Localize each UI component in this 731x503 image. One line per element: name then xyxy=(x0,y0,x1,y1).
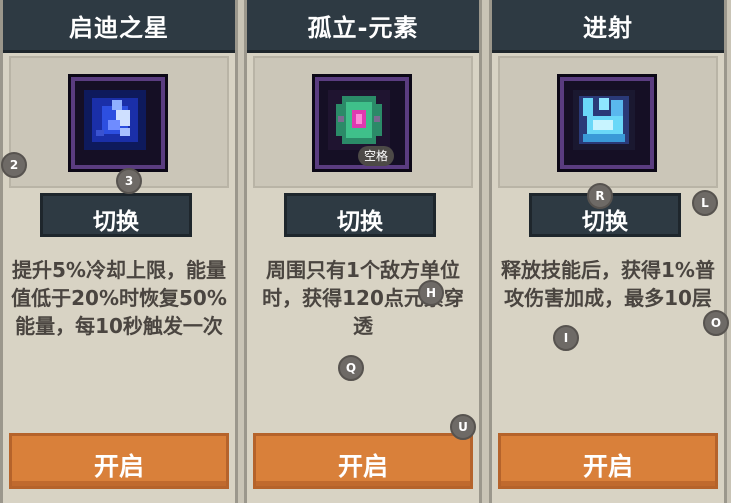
skill-card-3: 进射 切换 释放技能后，获得1%普攻伤害加成，最多10层 开启 xyxy=(489,0,727,503)
card-title: 启迪之星 xyxy=(69,14,169,42)
open-label: 开启 xyxy=(582,452,633,481)
card-title: 孤立-元素 xyxy=(307,14,419,42)
skill-description: 释放技能后，获得1%普攻伤害加成，最多10层 xyxy=(501,258,715,310)
hotkey-badge-r: R xyxy=(587,183,613,209)
hotkey-badge-space: 空格 xyxy=(358,146,395,166)
skill-card-1: 启迪之星 切换 提升5%冷却上限，能量值低于20%时恢复50%能量，每10秒触发… xyxy=(0,0,238,503)
cyan-burst-gem-icon[interactable] xyxy=(557,74,657,172)
hotkey-badge-q: Q xyxy=(338,355,364,381)
skill-card-2: 孤立-元素 切换 周围只有1个敌方单位时，获得120点元素穿透 开启 xyxy=(244,0,482,503)
hotkey-badge-u: U xyxy=(450,414,476,440)
card-header: 孤立-元素 xyxy=(247,0,479,53)
switch-label: 切换 xyxy=(337,209,383,235)
card-header: 进射 xyxy=(492,0,724,53)
switch-label: 切换 xyxy=(93,209,139,235)
hotkey-badge-l: L xyxy=(692,190,718,216)
card-title: 进射 xyxy=(583,14,633,42)
card-header: 启迪之星 xyxy=(3,0,235,53)
open-label: 开启 xyxy=(337,452,388,481)
open-button[interactable]: 开启 xyxy=(498,433,718,489)
switch-button[interactable]: 切换 xyxy=(284,193,436,237)
open-label: 开启 xyxy=(93,452,144,481)
open-button[interactable]: 开启 xyxy=(253,433,473,489)
hotkey-badge-h: H xyxy=(418,280,444,306)
blue-star-gem-icon[interactable] xyxy=(68,74,168,172)
skill-description: 提升5%冷却上限，能量值低于20%时恢复50%能量，每10秒触发一次 xyxy=(11,258,227,338)
hotkey-badge-3: 3 xyxy=(116,168,142,194)
open-button[interactable]: 开启 xyxy=(9,433,229,489)
hotkey-badge-o: O xyxy=(703,310,729,336)
hotkey-badge-2: 2 xyxy=(1,152,27,178)
switch-button[interactable]: 切换 xyxy=(40,193,192,237)
hotkey-badge-i: I xyxy=(553,325,579,351)
